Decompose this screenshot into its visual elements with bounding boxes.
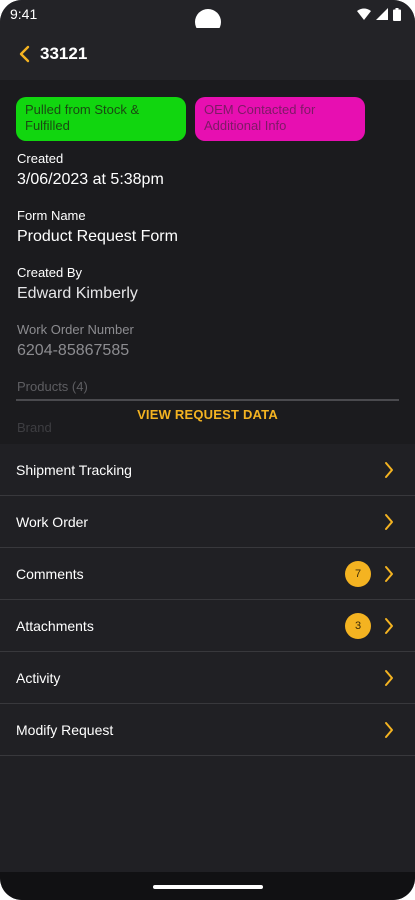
home-gesture-handle[interactable]	[153, 885, 263, 889]
chevron-right-icon	[381, 615, 397, 637]
products-divider	[16, 399, 399, 401]
battery-icon	[393, 7, 401, 21]
status-tag-pulled-from-stock[interactable]: Pulled from Stock & Fulfilled	[16, 97, 186, 141]
request-detail-panel: Pulled from Stock & Fulfilled OEM Contac…	[0, 80, 415, 444]
menu-item-label: Shipment Tracking	[16, 461, 132, 478]
chevron-right-icon	[381, 511, 397, 533]
menu-item-comments[interactable]: Comments 7	[0, 548, 415, 600]
form-name-value: Product Request Form	[17, 228, 178, 245]
view-request-data-button[interactable]: VIEW REQUEST DATA	[0, 407, 415, 422]
status-tag-oem-contacted[interactable]: OEM Contacted for Additional Info	[195, 97, 365, 141]
back-arrow-icon[interactable]	[12, 42, 36, 66]
wifi-icon	[357, 8, 371, 20]
created-by-value: Edward Kimberly	[17, 285, 138, 302]
chevron-right-icon	[381, 719, 397, 741]
work-order-number-label: Work Order Number	[17, 322, 134, 337]
work-order-number-value: 6204-85867585	[17, 342, 130, 359]
chevron-right-icon	[381, 459, 397, 481]
chevron-right-icon	[381, 563, 397, 585]
menu-item-work-order[interactable]: Work Order	[0, 496, 415, 548]
work-order-number-field: Work Order Number 6204-85867585	[17, 322, 134, 360]
menu-item-activity[interactable]: Activity	[0, 652, 415, 704]
menu-item-label: Attachments	[16, 617, 94, 634]
products-field: Products (4)	[17, 379, 88, 394]
created-by-label: Created By	[17, 265, 83, 280]
form-name-field: Form Name Product Request Form	[17, 208, 178, 246]
menu-item-shipment-tracking[interactable]: Shipment Tracking	[0, 444, 415, 496]
menu-item-label: Modify Request	[16, 721, 114, 738]
app-bar: 33121	[0, 28, 415, 80]
menu-item-label: Work Order	[16, 513, 89, 530]
menu-item-modify-request[interactable]: Modify Request	[0, 704, 415, 756]
created-value: 3/06/2023 at 5:38pm	[17, 171, 164, 188]
created-label: Created	[17, 151, 64, 166]
attachments-count-badge: 3	[345, 612, 371, 639]
chevron-right-icon	[381, 667, 397, 689]
system-navigation-bar	[0, 872, 415, 900]
menu-item-label: Comments	[16, 565, 84, 582]
request-menu: Shipment Tracking Work Order Comments 7 …	[0, 444, 415, 756]
brand-label: Brand	[17, 420, 52, 435]
status-time: 9:41	[10, 6, 38, 22]
status-icons	[357, 7, 401, 21]
created-by-field: Created By Edward Kimberly	[17, 265, 138, 303]
brand-field: Brand	[17, 420, 52, 435]
status-tags: Pulled from Stock & Fulfilled OEM Contac…	[16, 97, 365, 141]
form-name-label: Form Name	[17, 208, 86, 223]
phone-screen: 9:41 33121 Pulled from Stock & Fulfilled…	[0, 0, 415, 900]
menu-item-label: Activity	[16, 669, 61, 686]
comments-count-badge: 7	[345, 560, 371, 587]
created-field: Created 3/06/2023 at 5:38pm	[17, 151, 164, 189]
products-label: Products (4)	[17, 379, 88, 394]
cellular-signal-icon	[376, 8, 388, 20]
page-title: 33121	[40, 44, 88, 63]
menu-item-attachments[interactable]: Attachments 3	[0, 600, 415, 652]
